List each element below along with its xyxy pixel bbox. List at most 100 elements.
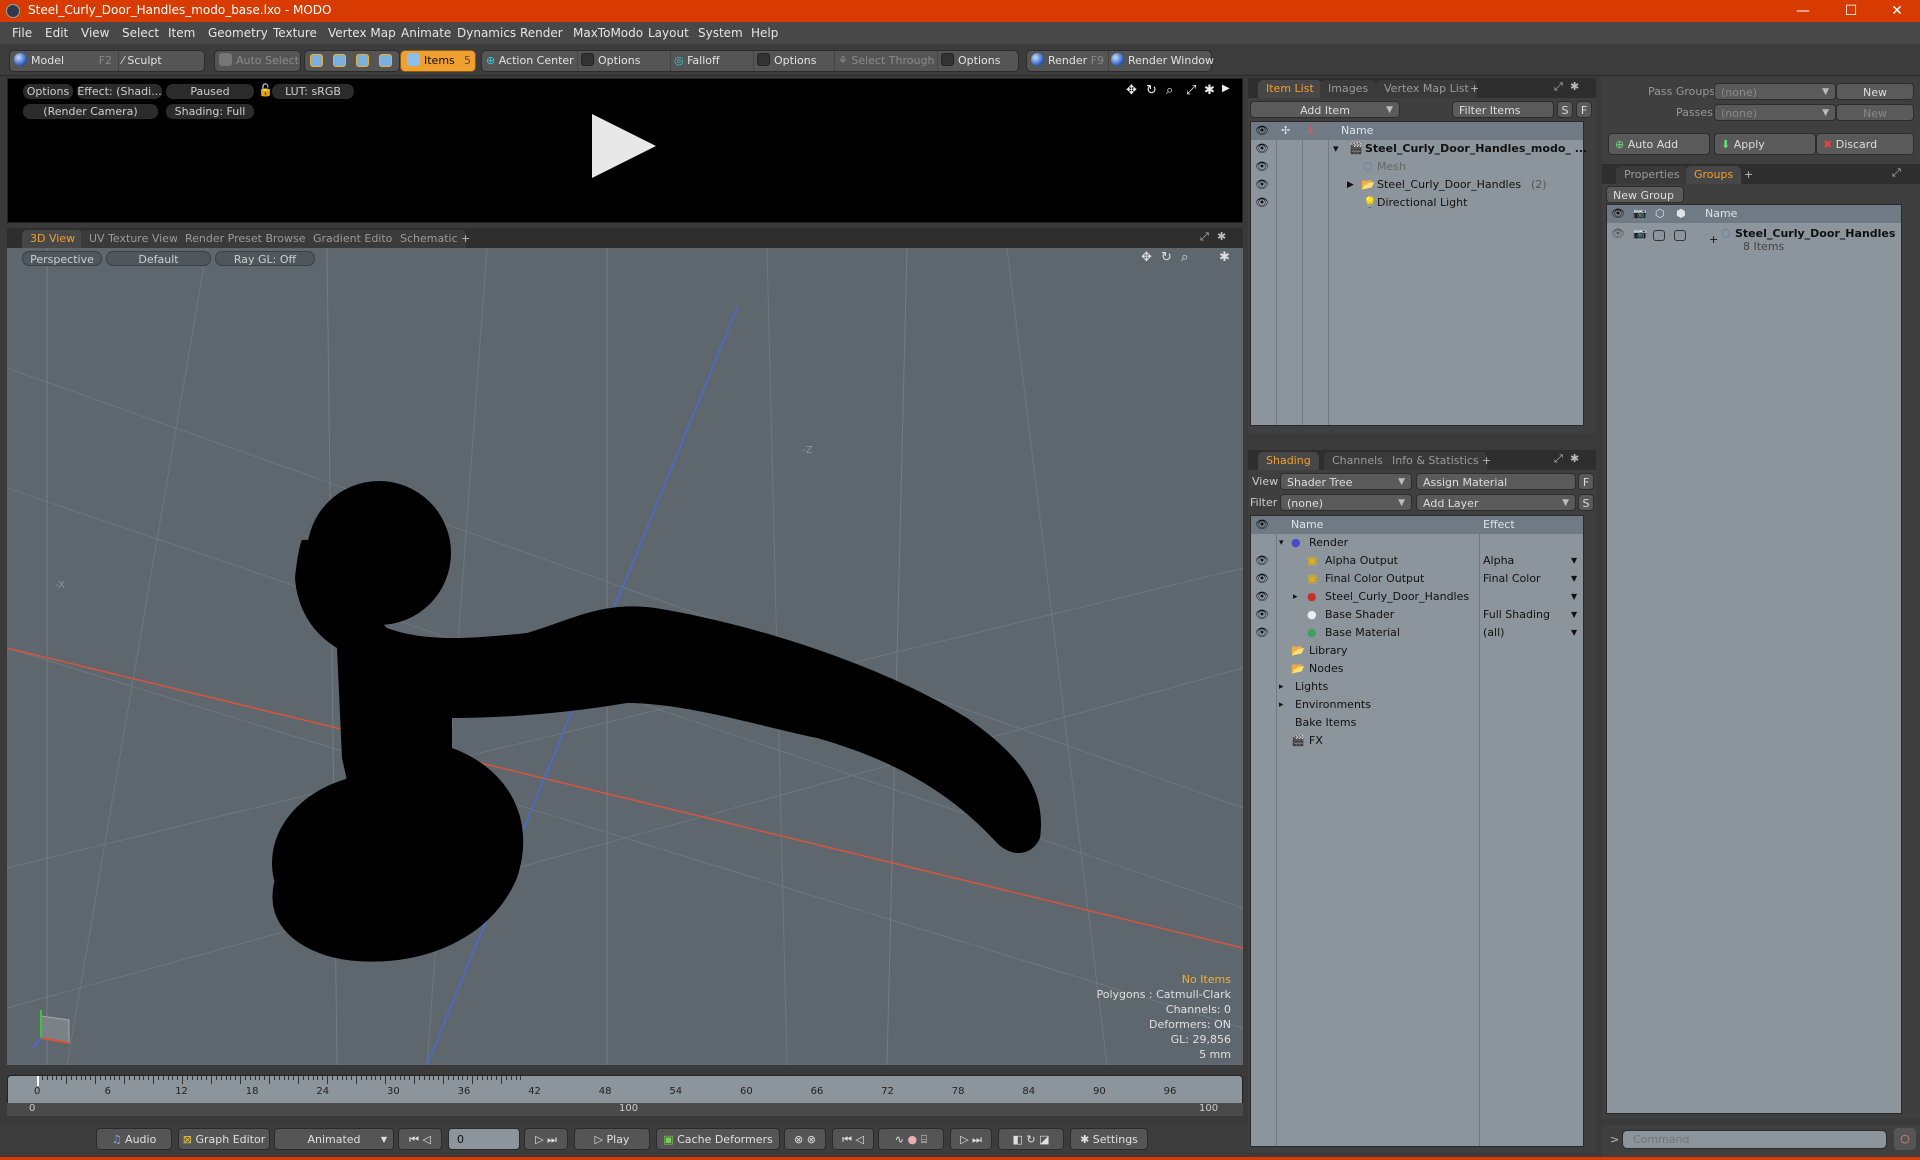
menu-dynamics[interactable]: Dynamics [457,26,516,40]
model-button[interactable]: Model F2 [14,51,119,71]
action-options-button[interactable]: Options [581,51,671,71]
groups-list[interactable]: 👁 📷 ⬡ ⬢ Name 👁 📷 + ⬡ Steel_Curly_Door_Ha… [1606,204,1902,1114]
rotate-icon[interactable]: ↻ [1146,83,1157,98]
menu-maxtomodo[interactable]: MaxToModo [573,26,643,40]
maximize-icon[interactable]: ⤢ [1554,452,1563,466]
menu-select[interactable]: Select [122,26,159,40]
filter-items-input[interactable]: Filter Items [1452,101,1554,118]
eye-icon[interactable]: 👁 [1255,588,1269,606]
expand-arrow-icon[interactable]: ▾ [1279,534,1284,552]
pass-groups-dropdown[interactable]: (none) ▼ [1714,83,1836,100]
render-effect-dropdown[interactable]: Effect: (Shadi... [77,84,162,99]
shader-row[interactable]: ▸ Environments [1251,696,1583,714]
camera-icon[interactable]: 📷 [1633,225,1647,243]
prev-key-buttons[interactable]: ⏮ ◁ [832,1128,874,1150]
menu-render[interactable]: Render [520,26,563,40]
eye-icon[interactable]: 👁 [1255,552,1269,570]
item-tree[interactable]: 👁 ✢ ⅄ Name 👁 ▾ 🎬 Steel_Curly_Door_Handle… [1250,121,1587,426]
chevron-down-icon[interactable]: ▼ [1571,588,1577,606]
edges-mode-icon[interactable] [333,54,346,67]
tab-info-statistics[interactable]: Info & Statistics [1384,452,1487,470]
item-row[interactable]: 👁 ⬡ Mesh [1251,158,1583,176]
play-render-icon[interactable] [592,114,656,178]
pan-icon[interactable]: ✥ [1141,250,1152,265]
shader-row[interactable]: Bake Items [1251,714,1583,732]
record-buttons[interactable]: ∿ ● ⌸ [878,1128,944,1150]
eye-icon[interactable]: 👁 [1255,570,1269,588]
next-key-buttons[interactable]: ▷ ⏭ [950,1128,992,1150]
polygons-mode-icon[interactable] [356,54,369,67]
eye-icon[interactable]: 👁 [1255,624,1269,642]
shader-row[interactable]: 📂 Library [1251,642,1583,660]
animated-dropdown[interactable]: Animated ▼ [274,1128,394,1150]
select-toggle[interactable] [1674,230,1686,241]
eye-icon[interactable]: 👁 [1611,225,1625,243]
record-macro-icon[interactable]: ○ [1894,1128,1916,1150]
auto-add-button[interactable]: ⊕ Auto Add [1608,133,1710,155]
gear-icon[interactable]: ✱ [1219,250,1230,265]
tab-shading[interactable]: Shading [1258,452,1319,470]
tab-images[interactable]: Images [1320,80,1377,98]
maximize-icon[interactable]: ⤢ [1554,80,1563,94]
render-options-button[interactable]: Options [23,84,73,99]
shader-row[interactable]: 👁 ▣ Final Color Output Final Color ▼ [1251,570,1583,588]
tab-channels[interactable]: Channels [1324,452,1391,470]
tab-groups[interactable]: Groups [1686,166,1742,184]
maximize-button[interactable]: ☐ [1828,0,1874,22]
passes-dropdown[interactable]: (none) ▼ [1714,104,1836,121]
materials-mode-icon[interactable] [379,54,392,67]
key-buttons[interactable]: ⊗ ⊗ [784,1128,826,1150]
vertices-mode-icon[interactable] [310,54,323,67]
expand-arrow-icon[interactable]: ▸ [1279,678,1284,696]
menu-edit[interactable]: Edit [45,26,68,40]
tab-uv-texture-view[interactable]: UV Texture View [81,230,186,248]
item-row[interactable]: 👁 💡 Directional Light [1251,194,1583,212]
maximize-icon[interactable]: ⤢ [1186,83,1196,98]
chevron-down-icon[interactable]: ▼ [1571,552,1577,570]
eye-icon[interactable]: 👁 [1255,140,1269,158]
maximize-icon[interactable]: ⤢ [1892,166,1901,180]
menu-animate[interactable]: Animate [401,26,451,40]
add-item-dropdown[interactable]: Add Item ▼ [1250,101,1400,118]
style-dropdown[interactable]: Default [106,251,211,266]
menu-help[interactable]: Help [751,26,778,40]
falloff-button[interactable]: ◎ Falloff [674,51,754,71]
new-pass-button[interactable]: New [1836,104,1914,121]
menu-file[interactable]: File [12,26,32,40]
gear-icon[interactable]: ✱ [1570,452,1579,465]
items-mode-button[interactable]: Items 5 [400,50,476,72]
expand-arrow-icon[interactable]: ▸ [1279,696,1284,714]
new-pass-group-button[interactable]: New [1836,83,1914,100]
expand-arrow-icon[interactable]: ▶ [1222,83,1230,94]
tab-item-list[interactable]: Item List [1258,80,1322,98]
pan-icon[interactable]: ✥ [1126,83,1137,98]
menu-item[interactable]: Item [168,26,195,40]
maximize-icon[interactable]: ⤢ [1200,230,1209,244]
misc-anim-buttons[interactable]: ◧ ↻ ◪ [998,1128,1064,1150]
gear-icon[interactable]: ✱ [1217,230,1226,243]
shader-row[interactable]: 👁 ● Base Material (all) ▼ [1251,624,1583,642]
f-button[interactable]: F [1578,473,1594,490]
tab-3d-view[interactable]: 3D View [22,230,84,248]
zoom-icon[interactable]: ⌕ [1166,83,1173,98]
tab-properties[interactable]: Properties [1616,166,1688,184]
jump-start-buttons[interactable]: ⏮ ◁ [398,1128,442,1150]
filter-dropdown[interactable]: (none) ▼ [1280,494,1412,511]
3d-viewport[interactable]: -Z -X Perspective Default Ray GL: Off ✥ … [7,248,1243,1065]
menu-vertex-map[interactable]: Vertex Map [328,26,396,40]
chevron-down-icon[interactable]: ▼ [1571,606,1577,624]
sculpt-button[interactable]: ⁄ Sculpt [122,51,202,71]
group-row[interactable]: 👁 📷 + ⬡ Steel_Curly_Door_Handles 8 Items [1607,225,1901,257]
render-button[interactable]: Render F9 [1031,51,1109,71]
current-frame-marker[interactable] [37,1076,39,1086]
eye-icon[interactable]: 👁 [1255,606,1269,624]
cache-deformers-button[interactable]: ▣ Cache Deformers [656,1128,780,1150]
layer-effect[interactable]: Alpha [1483,552,1514,570]
graph-editor-button[interactable]: ⊠ Graph Editor [178,1128,270,1150]
expand-arrow-icon[interactable]: ▶ [1347,176,1354,194]
close-button[interactable]: ✕ [1874,0,1920,22]
command-input[interactable] [1622,1130,1887,1149]
select-through-button[interactable]: ⚘ Select Through [838,51,938,71]
assign-material-button[interactable]: Assign Material [1416,473,1576,490]
projection-dropdown[interactable]: Perspective [22,251,102,266]
